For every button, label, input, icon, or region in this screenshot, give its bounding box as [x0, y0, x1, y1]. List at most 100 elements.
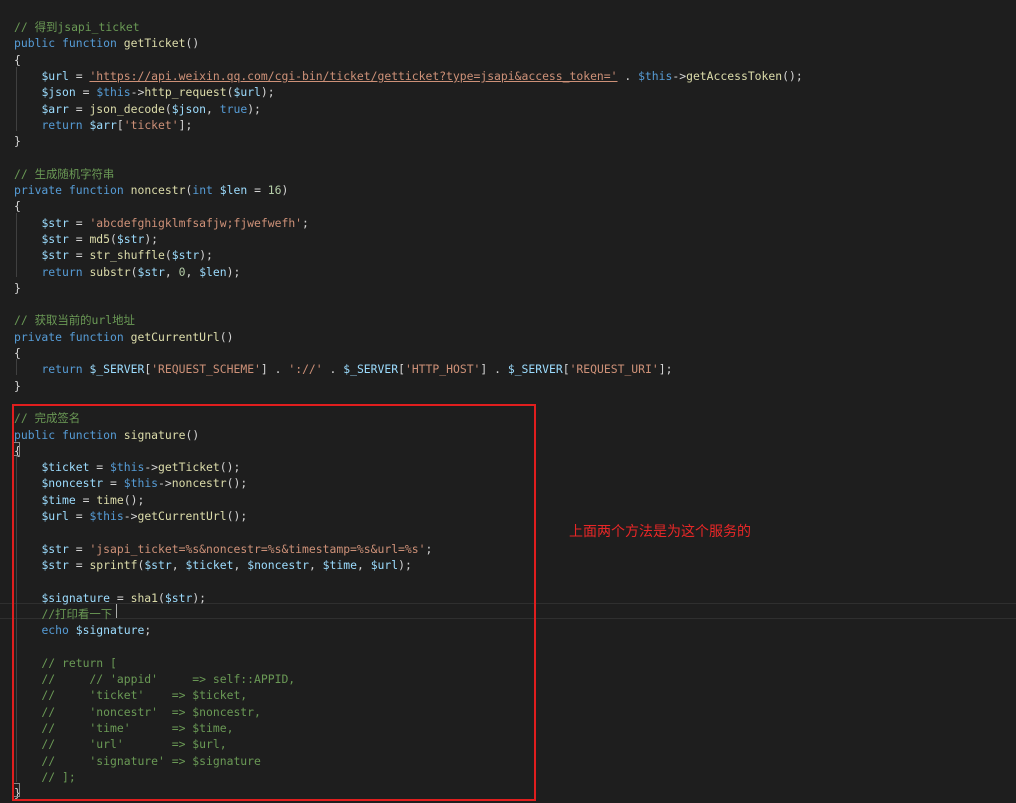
code-token-var: $str: [41, 248, 69, 262]
code-token-plain: .: [617, 69, 639, 83]
code-token-plain: =: [68, 216, 90, 230]
code-token-var: $json: [41, 85, 76, 99]
code-line[interactable]: private function noncestr(int $len = 16): [14, 182, 288, 198]
code-token-plain: =: [68, 102, 90, 116]
code-token-var: $str: [41, 232, 69, 246]
code-token-plain: );: [199, 248, 213, 262]
code-token-func: json_decode: [89, 102, 165, 116]
code-token-keyword: private: [14, 183, 63, 197]
code-token-plain: [: [398, 362, 405, 376]
code-line[interactable]: }: [14, 133, 21, 149]
code-token-plain: =: [68, 248, 90, 262]
code-line[interactable]: return $arr['ticket'];: [14, 117, 192, 133]
code-token-plain: );: [144, 232, 159, 246]
code-token-var: $str: [41, 216, 69, 230]
code-line[interactable]: {: [14, 198, 21, 214]
code-line[interactable]: $json = $this->http_request($url);: [14, 84, 275, 100]
code-token-var: $_SERVER: [89, 362, 145, 376]
code-token-plain: {: [14, 199, 21, 213]
code-token-this: $this: [96, 85, 131, 99]
code-token-plain: ();: [782, 69, 803, 83]
code-token-func: getCurrentUrl: [130, 330, 220, 344]
indent-guide: [16, 67, 17, 131]
code-line[interactable]: $arr = json_decode($json, true);: [14, 101, 260, 117]
code-line[interactable]: }: [14, 280, 21, 296]
code-token-keyword: function: [68, 183, 124, 197]
code-token-plain: =: [247, 183, 268, 197]
code-token-string: 'ticket': [123, 118, 179, 132]
code-token-plain: (): [185, 36, 200, 50]
code-line[interactable]: $str = 'abcdefghigklmfsafjw;fjwefwefh';: [14, 215, 309, 231]
code-token-plain: ): [281, 183, 289, 197]
code-token-keyword: int: [192, 183, 213, 197]
code-line[interactable]: private function getCurrentUrl(): [14, 329, 233, 345]
code-token-func: noncestr: [130, 183, 186, 197]
code-token-plain: }: [14, 281, 21, 295]
code-token-comment: // 得到jsapi_ticket: [14, 20, 140, 34]
code-line[interactable]: return substr($str, 0, $len);: [14, 264, 240, 280]
code-token-var: $_SERVER: [343, 362, 399, 376]
code-line[interactable]: // 生成随机字符串: [14, 166, 114, 182]
code-token-keyword: return: [41, 118, 83, 132]
code-token-plain: (): [219, 330, 234, 344]
code-token-this: $this: [638, 69, 673, 83]
code-token-plain: (: [164, 248, 172, 262]
code-token-keyword: public: [14, 36, 56, 50]
code-token-plain: ->: [130, 85, 145, 99]
code-token-plain: ,: [206, 102, 220, 116]
code-token-func: md5: [89, 232, 111, 246]
code-token-plain: ];: [178, 118, 193, 132]
code-token-string: 'REQUEST_SCHEME': [151, 362, 261, 376]
code-token-string: 'HTTP_HOST': [404, 362, 481, 376]
code-token-plain: );: [260, 85, 275, 99]
code-line[interactable]: $str = str_shuffle($str);: [14, 247, 213, 263]
code-token-var: $len: [199, 265, 227, 279]
code-token-string: 'https://api.weixin.qq.com/cgi-bin/ticke…: [89, 69, 618, 83]
code-token-plain: {: [14, 53, 21, 67]
code-token-var: $str: [137, 265, 165, 279]
code-token-var: $str: [116, 232, 145, 246]
code-line[interactable]: {: [14, 52, 21, 68]
code-token-plain: =: [68, 232, 90, 246]
code-token-keyword: function: [62, 36, 117, 50]
code-token-func: http_request: [144, 85, 227, 99]
code-token-string: 'REQUEST_URI': [569, 362, 659, 376]
code-line[interactable]: // 得到jsapi_ticket: [14, 19, 140, 35]
indent-guide: [16, 213, 17, 277]
code-token-var: $url: [233, 85, 261, 99]
code-token-plain: (: [164, 102, 172, 116]
code-token-comment: // 生成随机字符串: [14, 167, 115, 181]
code-line[interactable]: }: [14, 378, 21, 394]
code-token-var: $url: [41, 69, 69, 83]
code-token-var: $arr: [41, 102, 69, 116]
code-token-plain: ,: [164, 265, 179, 279]
code-token-plain: ] .: [480, 362, 508, 376]
code-line[interactable]: $url = 'https://api.weixin.qq.com/cgi-bi…: [14, 68, 803, 84]
code-token-plain: .: [322, 362, 344, 376]
code-token-plain: ;: [302, 216, 309, 230]
code-token-plain: }: [14, 379, 21, 393]
code-line[interactable]: return $_SERVER['REQUEST_SCHEME'] . '://…: [14, 361, 672, 377]
code-token-plain: }: [14, 134, 21, 148]
code-token-plain: {: [14, 346, 21, 360]
code-line[interactable]: public function getTicket(): [14, 35, 199, 51]
code-token-plain: (: [110, 232, 117, 246]
code-token-keyword: private: [14, 330, 63, 344]
code-line[interactable]: $str = md5($str);: [14, 231, 158, 247]
indent-guide: [16, 359, 17, 375]
code-token-func: substr: [89, 265, 131, 279]
code-line[interactable]: // 获取当前的url地址: [14, 312, 135, 328]
code-token-var: $str: [171, 248, 200, 262]
